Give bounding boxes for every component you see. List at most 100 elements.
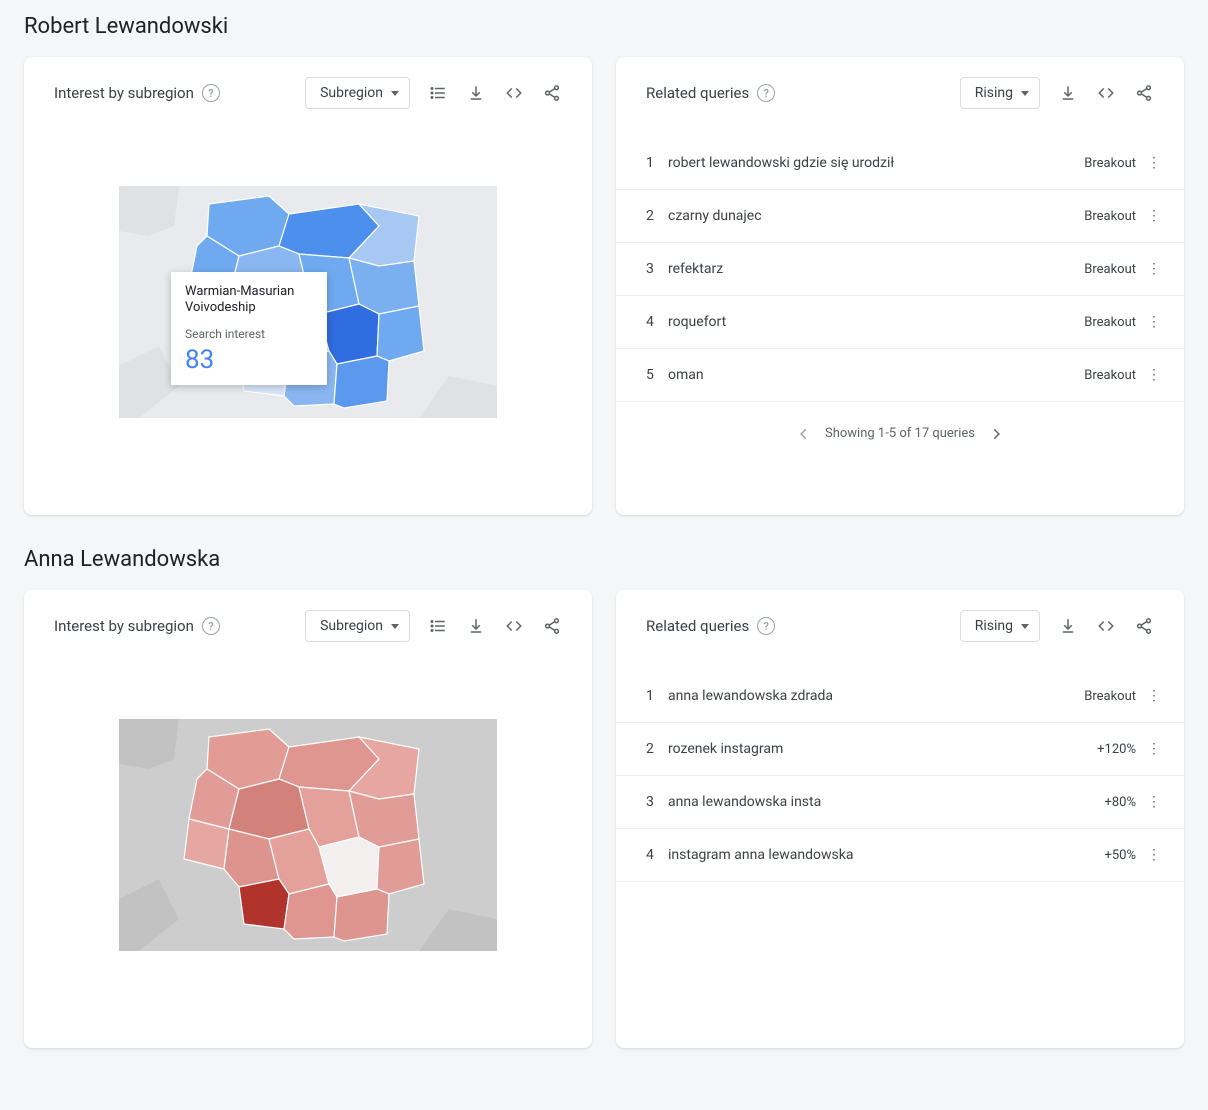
help-icon[interactable]: ? xyxy=(202,84,220,102)
subregion-dropdown[interactable]: Subregion xyxy=(305,77,410,109)
share-icon[interactable] xyxy=(534,608,570,644)
map-card: Interest by subregion ? Subregion xyxy=(24,57,592,515)
query-text: anna lewandowska insta xyxy=(668,794,1104,810)
section-title: Robert Lewandowski xyxy=(24,14,1184,39)
query-rank: 1 xyxy=(646,688,668,704)
dropdown-label: Subregion xyxy=(320,618,383,634)
help-icon[interactable]: ? xyxy=(757,84,775,102)
more-icon[interactable]: ⋮ xyxy=(1146,741,1162,757)
chevron-down-icon xyxy=(391,91,399,96)
query-text: refektarz xyxy=(668,261,1084,277)
card-title: Related queries xyxy=(646,84,749,102)
share-icon[interactable] xyxy=(1126,608,1162,644)
query-text: rozenek instagram xyxy=(668,741,1097,757)
query-value: +120% xyxy=(1097,742,1136,757)
query-text: roquefort xyxy=(668,314,1084,330)
download-icon[interactable] xyxy=(458,608,494,644)
query-row[interactable]: 1 anna lewandowska zdrada Breakout ⋮ xyxy=(616,670,1184,723)
query-row[interactable]: 3 refektarz Breakout ⋮ xyxy=(616,243,1184,296)
query-text: robert lewandowski gdzie się urodził xyxy=(668,155,1084,171)
query-value: +80% xyxy=(1104,795,1136,810)
query-text: instagram anna lewandowska xyxy=(668,847,1104,863)
dropdown-label: Subregion xyxy=(320,85,383,101)
rising-dropdown[interactable]: Rising xyxy=(960,77,1040,109)
embed-icon[interactable] xyxy=(1088,75,1124,111)
query-text: czarny dunajec xyxy=(668,208,1084,224)
share-icon[interactable] xyxy=(1126,75,1162,111)
query-row[interactable]: 4 roquefort Breakout ⋮ xyxy=(616,296,1184,349)
card-header: Interest by subregion ? Subregion xyxy=(24,75,592,117)
more-icon[interactable]: ⋮ xyxy=(1146,314,1162,330)
queries-card: Related queries ? Rising 1 xyxy=(616,57,1184,515)
query-rank: 2 xyxy=(646,208,668,224)
dropdown-label: Rising xyxy=(975,618,1013,634)
embed-icon[interactable] xyxy=(1088,608,1124,644)
query-value: Breakout xyxy=(1084,315,1136,330)
map-area[interactable] xyxy=(24,650,592,1020)
query-list: 1 anna lewandowska zdrada Breakout ⋮ 2 r… xyxy=(616,670,1184,882)
section-title: Anna Lewandowska xyxy=(24,547,1184,572)
more-icon[interactable]: ⋮ xyxy=(1146,261,1162,277)
query-rank: 3 xyxy=(646,794,668,810)
query-rank: 5 xyxy=(646,367,668,383)
help-icon[interactable]: ? xyxy=(757,617,775,635)
tooltip-region: Warmian-Masurian Voivodeship xyxy=(185,284,313,317)
card-title: Related queries xyxy=(646,617,749,635)
chevron-down-icon xyxy=(1021,91,1029,96)
list-view-icon[interactable] xyxy=(420,75,456,111)
next-page-icon[interactable] xyxy=(989,427,1003,441)
map-card: Interest by subregion ? Subregion xyxy=(24,590,592,1048)
query-row[interactable]: 1 robert lewandowski gdzie się urodził B… xyxy=(616,137,1184,190)
download-icon[interactable] xyxy=(1050,608,1086,644)
queries-card: Related queries ? Rising 1 xyxy=(616,590,1184,1048)
download-icon[interactable] xyxy=(458,75,494,111)
query-row[interactable]: 2 czarny dunajec Breakout ⋮ xyxy=(616,190,1184,243)
pager-text: Showing 1-5 of 17 queries xyxy=(825,426,975,441)
query-value: +50% xyxy=(1104,848,1136,863)
query-text: anna lewandowska zdrada xyxy=(668,688,1084,704)
tooltip-value: 83 xyxy=(185,345,313,375)
section-row: Interest by subregion ? Subregion xyxy=(24,590,1184,1048)
card-title: Interest by subregion xyxy=(54,617,194,635)
query-text: oman xyxy=(668,367,1084,383)
query-rank: 2 xyxy=(646,741,668,757)
rising-dropdown[interactable]: Rising xyxy=(960,610,1040,642)
more-icon[interactable]: ⋮ xyxy=(1146,155,1162,171)
card-title: Interest by subregion xyxy=(54,84,194,102)
help-icon[interactable]: ? xyxy=(202,617,220,635)
map-area[interactable]: Warmian-Masurian Voivodeship Search inte… xyxy=(24,117,592,487)
card-header: Related queries ? Rising xyxy=(616,75,1184,117)
more-icon[interactable]: ⋮ xyxy=(1146,688,1162,704)
embed-icon[interactable] xyxy=(496,608,532,644)
query-row[interactable]: 4 instagram anna lewandowska +50% ⋮ xyxy=(616,829,1184,882)
prev-page-icon[interactable] xyxy=(797,427,811,441)
map-tooltip: Warmian-Masurian Voivodeship Search inte… xyxy=(171,272,327,385)
more-icon[interactable]: ⋮ xyxy=(1146,208,1162,224)
query-value: Breakout xyxy=(1084,689,1136,704)
card-header: Related queries ? Rising xyxy=(616,608,1184,650)
share-icon[interactable] xyxy=(534,75,570,111)
query-row[interactable]: 5 oman Breakout ⋮ xyxy=(616,349,1184,402)
card-header: Interest by subregion ? Subregion xyxy=(24,608,592,650)
subregion-dropdown[interactable]: Subregion xyxy=(305,610,410,642)
query-row[interactable]: 2 rozenek instagram +120% ⋮ xyxy=(616,723,1184,776)
section-row: Interest by subregion ? Subregion xyxy=(24,57,1184,515)
embed-icon[interactable] xyxy=(496,75,532,111)
more-icon[interactable]: ⋮ xyxy=(1146,367,1162,383)
query-rank: 3 xyxy=(646,261,668,277)
dropdown-label: Rising xyxy=(975,85,1013,101)
query-value: Breakout xyxy=(1084,156,1136,171)
query-value: Breakout xyxy=(1084,368,1136,383)
query-rank: 4 xyxy=(646,314,668,330)
download-icon[interactable] xyxy=(1050,75,1086,111)
list-view-icon[interactable] xyxy=(420,608,456,644)
more-icon[interactable]: ⋮ xyxy=(1146,794,1162,810)
query-rank: 4 xyxy=(646,847,668,863)
query-row[interactable]: 3 anna lewandowska insta +80% ⋮ xyxy=(616,776,1184,829)
chevron-down-icon xyxy=(1021,624,1029,629)
chevron-down-icon xyxy=(391,624,399,629)
more-icon[interactable]: ⋮ xyxy=(1146,847,1162,863)
query-value: Breakout xyxy=(1084,262,1136,277)
query-value: Breakout xyxy=(1084,209,1136,224)
query-list: 1 robert lewandowski gdzie się urodził B… xyxy=(616,137,1184,402)
